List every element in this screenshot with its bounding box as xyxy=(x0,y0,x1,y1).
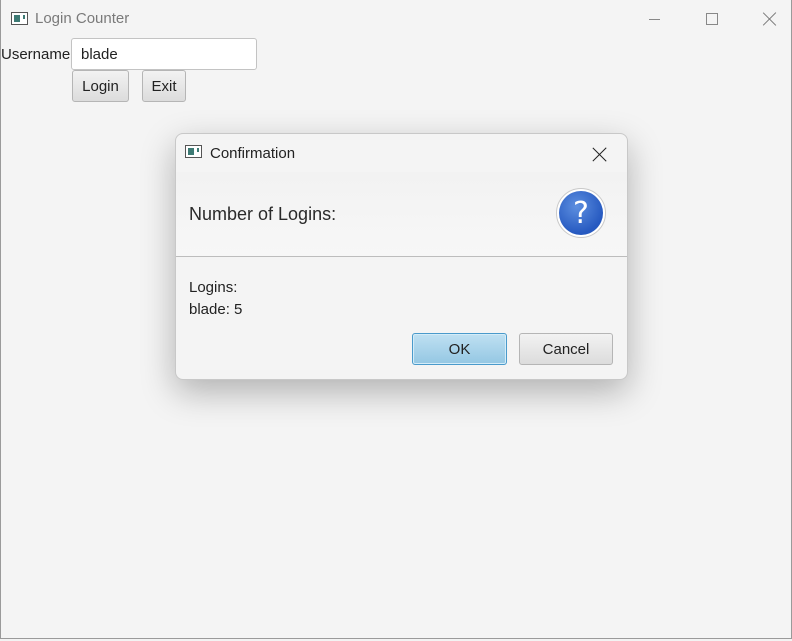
question-icon: ? xyxy=(556,188,606,238)
close-button[interactable] xyxy=(747,4,792,34)
dialog-header: Number of Logins: ? xyxy=(176,172,627,257)
close-icon xyxy=(763,12,777,26)
dialog-content-line: Logins: xyxy=(189,279,238,296)
minimize-icon xyxy=(648,18,660,20)
dialog-close-button[interactable] xyxy=(590,144,610,164)
dialog-title-bar[interactable]: Confirmation xyxy=(176,134,627,172)
app-icon xyxy=(11,12,28,25)
close-icon xyxy=(593,147,607,161)
dialog-header-text: Number of Logins: xyxy=(189,204,337,224)
dialog-content-line: blade: 5 xyxy=(189,301,243,318)
ok-button[interactable]: OK xyxy=(412,333,507,365)
dialog-title: Confirmation xyxy=(210,145,296,162)
question-mark-glyph: ? xyxy=(559,191,603,235)
confirmation-dialog: Confirmation Number of Logins: ? Logins:… xyxy=(175,133,628,380)
minimize-button[interactable] xyxy=(631,4,677,34)
dialog-app-icon xyxy=(185,145,202,158)
maximize-icon xyxy=(706,13,718,25)
maximize-button[interactable] xyxy=(689,4,735,34)
username-input[interactable] xyxy=(71,38,257,70)
exit-button[interactable]: Exit xyxy=(142,70,186,102)
username-label: Username: xyxy=(1,46,75,63)
cancel-button[interactable]: Cancel xyxy=(519,333,613,365)
window-title: Login Counter xyxy=(35,10,130,27)
title-bar[interactable]: Login Counter xyxy=(1,0,791,36)
login-button[interactable]: Login xyxy=(72,70,129,102)
